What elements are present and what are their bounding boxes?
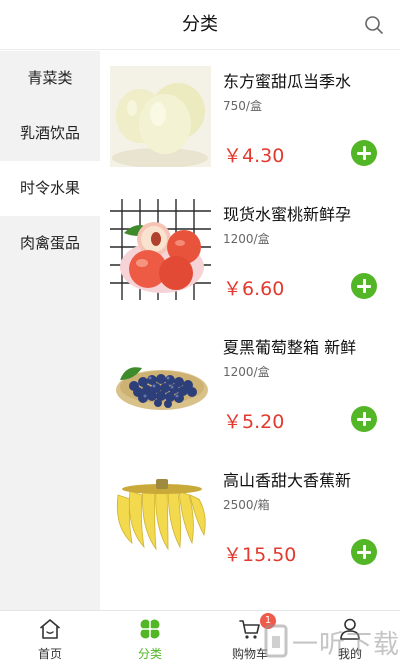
watermark-text: 一听下载 [292, 630, 400, 660]
product-card[interactable]: 高山香甜大香蕉新 2500/箱 ￥15.50 [100, 450, 400, 583]
tab-home[interactable]: 首页 [0, 611, 100, 666]
product-spec: 1200/盒 [223, 232, 270, 246]
clover-icon [140, 619, 160, 639]
tab-category[interactable]: 分类 [100, 611, 200, 666]
product-price: ￥6.60 [223, 278, 285, 300]
product-name: 高山香甜大香蕉新 [223, 471, 352, 490]
sidebar-item-label: 时令水果 [19, 179, 80, 197]
home-icon [39, 619, 61, 639]
add-to-cart-button[interactable] [351, 406, 377, 432]
add-to-cart-button[interactable] [351, 273, 377, 299]
cart-icon [239, 620, 260, 639]
page-title: 分类 [182, 14, 218, 35]
product-spec: 750/盒 [223, 99, 262, 113]
melon-image [110, 66, 211, 167]
sidebar-item-dairy-drinks[interactable]: 乳酒饮品 [0, 106, 100, 161]
product-name: 东方蜜甜瓜当季水 [223, 72, 352, 91]
product-spec: 2500/箱 [223, 498, 270, 512]
product-list: 东方蜜甜瓜当季水 750/盒 ￥4.30 现货水蜜桃新鲜孕 1200/盒 ￥6.… [100, 51, 400, 610]
product-card[interactable]: 东方蜜甜瓜当季水 750/盒 ￥4.30 [100, 51, 400, 184]
sidebar-item-seasonal-fruit[interactable]: 时令水果 [0, 161, 100, 216]
product-name: 现货水蜜桃新鲜孕 [223, 205, 352, 224]
tab-label: 分类 [137, 647, 162, 661]
sidebar-item-label: 青菜类 [27, 69, 73, 87]
sidebar-item-label: 肉禽蛋品 [19, 234, 80, 252]
product-card[interactable]: 现货水蜜桃新鲜孕 1200/盒 ￥6.60 [100, 184, 400, 317]
watermark: 一听下载 [262, 618, 400, 664]
watermark-logo-icon [264, 624, 288, 658]
peach-image [110, 199, 211, 300]
product-name: 夏黑葡萄整箱 新鲜 [223, 338, 357, 357]
add-to-cart-button[interactable] [351, 539, 377, 565]
product-price: ￥15.50 [223, 544, 297, 566]
tab-label: 首页 [37, 647, 62, 661]
sidebar-item-label: 乳酒饮品 [19, 124, 80, 142]
sidebar-item-vegetables[interactable]: 青菜类 [0, 51, 100, 106]
grape-image [110, 332, 211, 433]
top-header: 分类 [0, 0, 400, 50]
search-icon[interactable] [364, 15, 384, 35]
add-to-cart-button[interactable] [351, 140, 377, 166]
product-price: ￥5.20 [223, 411, 285, 433]
banana-image [110, 465, 211, 566]
sidebar-item-meat-eggs[interactable]: 肉禽蛋品 [0, 216, 100, 271]
category-sidebar: 青菜类 乳酒饮品 时令水果 肉禽蛋品 [0, 51, 100, 610]
product-card[interactable]: 夏黑葡萄整箱 新鲜 1200/盒 ￥5.20 [100, 317, 400, 450]
product-price: ￥4.30 [223, 145, 285, 167]
product-spec: 1200/盒 [223, 365, 270, 379]
